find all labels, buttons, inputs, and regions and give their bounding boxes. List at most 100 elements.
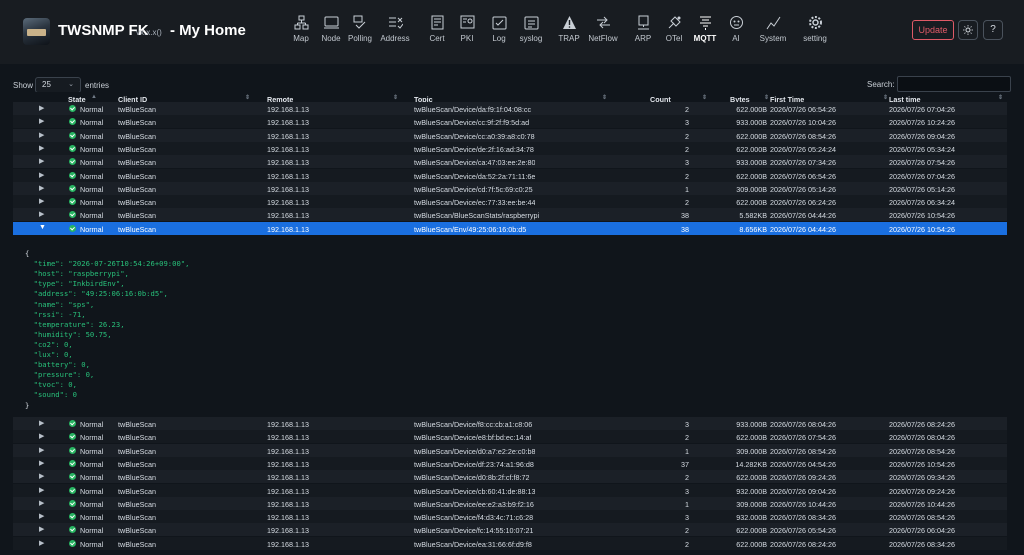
table-row[interactable]: ▶ Normal twBlueScan 192.168.1.13 twBlueScan/… — [13, 168, 1007, 182]
nav-polling[interactable]: Polling — [342, 15, 378, 47]
expand-icon[interactable]: ▶ — [39, 459, 44, 467]
table-row[interactable]: ▶ Normal twBlueScan 192.168.1.13 twBlueScan/… — [13, 417, 1007, 430]
check-circle-icon — [69, 131, 76, 139]
expand-icon[interactable]: ▶ — [39, 432, 44, 440]
expand-icon[interactable]: ▶ — [39, 104, 44, 112]
expand-icon[interactable]: ▶ — [39, 157, 44, 165]
cell-topic: twBlueScan/Env/49:25:06:16:0b:d5 — [414, 224, 527, 234]
cell-count: 2 — [685, 144, 689, 154]
table-row[interactable]: ▶ Normal twBlueScan 192.168.1.13 twBlueScan/… — [13, 115, 1007, 129]
cell-topic: twBlueScan/Device/e8:bf:bd:ec:14:af — [414, 433, 532, 443]
expand-icon[interactable]: ▶ — [39, 117, 44, 125]
json-line: "battery": 0, — [25, 360, 90, 370]
expand-icon[interactable]: ▶ — [39, 512, 44, 520]
cell-remote: 192.168.1.13 — [267, 224, 309, 234]
cell-bytes: 933.000B — [736, 420, 767, 429]
expand-icon[interactable]: ▶ — [39, 446, 44, 454]
collapse-icon[interactable]: ▼ — [39, 224, 46, 231]
expand-icon[interactable]: ▶ — [39, 184, 44, 192]
nav-trap[interactable]: TRAP — [551, 15, 587, 47]
nav-netflow[interactable]: NetFlow — [585, 15, 621, 47]
app-name: TWSNMP FK — [58, 22, 149, 39]
cell-remote: 192.168.1.13 — [267, 499, 309, 509]
nav-pki[interactable]: PKI — [449, 15, 485, 47]
table-row[interactable]: ▶ Normal twBlueScan 192.168.1.13 twBlueScan/… — [13, 141, 1007, 155]
cell-state: Normal — [80, 526, 104, 536]
table-row[interactable]: ▶ Normal twBlueScan 192.168.1.13 twBlueScan/… — [13, 470, 1007, 484]
cell-state: Normal — [80, 446, 104, 456]
nav-log[interactable]: Log — [481, 15, 517, 47]
cell-state: Normal — [80, 131, 104, 141]
update-button[interactable]: Update — [912, 20, 954, 40]
expand-icon[interactable]: ▶ — [39, 539, 44, 547]
nav-setting[interactable]: setting — [797, 15, 833, 47]
sort-icon[interactable]: ⇕ — [883, 94, 888, 101]
entries-select[interactable]: 25 ⌄ — [35, 77, 81, 93]
theme-toggle-button[interactable] — [958, 20, 978, 40]
table-row[interactable]: ▶ Normal twBlueScan 192.168.1.13 twBlueScan/… — [13, 155, 1007, 169]
cell-remote: 192.168.1.13 — [267, 158, 309, 168]
cell-bytes: 309.000B — [736, 446, 767, 456]
expand-icon[interactable]: ▶ — [39, 210, 44, 218]
cell-last: 2026/07/26 07:04:26 — [889, 171, 955, 181]
address-icon — [388, 17, 403, 29]
check-circle-icon — [69, 446, 76, 454]
cell-last: 2026/07/26 05:14:26 — [889, 184, 955, 194]
cell-count: 3 — [685, 118, 689, 128]
cell-bytes: 622.000B — [736, 131, 767, 141]
expand-icon[interactable]: ▶ — [39, 525, 44, 533]
cell-state: Normal — [80, 459, 104, 469]
expand-icon[interactable]: ▶ — [39, 171, 44, 179]
table-row[interactable]: ▶ Normal twBlueScan 192.168.1.13 twBlueScan/… — [13, 536, 1007, 550]
cell-last: 2026/07/26 10:44:26 — [889, 499, 955, 509]
table-row[interactable]: ▶ Normal twBlueScan 192.168.1.13 twBlueScan/… — [13, 102, 1007, 115]
expand-icon[interactable]: ▶ — [39, 131, 44, 139]
table-row[interactable]: ▶ Normal twBlueScan 192.168.1.13 twBlueScan/… — [13, 430, 1007, 444]
expand-icon[interactable]: ▶ — [39, 197, 44, 205]
expand-icon[interactable]: ▶ — [39, 499, 44, 507]
table-row[interactable]: ▶ Normal twBlueScan 192.168.1.13 twBlueScan/… — [13, 443, 1007, 457]
nav-ai[interactable]: AI — [718, 15, 754, 47]
table-row[interactable]: ▼ Normal twBlueScan 192.168.1.13 twBlueScan/… — [13, 221, 1007, 235]
table-row[interactable]: ▶ Normal twBlueScan 192.168.1.13 twBlueScan/… — [13, 208, 1007, 222]
nav-label: NetFlow — [588, 34, 618, 43]
cell-client: twBlueScan — [118, 433, 156, 443]
sort-icon[interactable]: ⇕ — [764, 94, 769, 101]
nav-syslog[interactable]: syslog — [513, 15, 549, 47]
sort-icon[interactable]: ⇕ — [702, 94, 707, 101]
table-row[interactable]: ▶ Normal twBlueScan 192.168.1.13 twBlueScan/… — [13, 128, 1007, 142]
table-row[interactable]: ▶ Normal twBlueScan 192.168.1.13 twBlueScan/… — [13, 523, 1007, 537]
nav-address[interactable]: Address — [377, 15, 413, 47]
nav-label: syslog — [519, 34, 543, 43]
cell-first: 2026/07/26 10:04:26 — [770, 118, 836, 128]
chevron-down-icon: ⌄ — [68, 81, 74, 88]
cell-topic: twBlueScan/Device/ea:31:66:6f:d9:f8 — [414, 539, 532, 549]
help-button[interactable]: ? — [983, 20, 1003, 40]
expand-icon[interactable]: ▶ — [39, 419, 44, 427]
sort-icon[interactable]: ⇕ — [393, 94, 398, 101]
sort-icon[interactable]: ▲ — [91, 94, 97, 100]
expand-icon[interactable]: ▶ — [39, 144, 44, 152]
table-row[interactable]: ▶ Normal twBlueScan 192.168.1.13 twBlueScan/… — [13, 496, 1007, 510]
table-row[interactable]: ▶ Normal twBlueScan 192.168.1.13 twBlueScan/… — [13, 483, 1007, 497]
json-line: "co2": 0, — [25, 339, 73, 349]
table-row[interactable]: ▶ Normal twBlueScan 192.168.1.13 twBlueScan/… — [13, 195, 1007, 209]
sort-icon[interactable]: ⇕ — [998, 94, 1003, 101]
nav-system[interactable]: System — [755, 15, 791, 47]
netflow-icon — [596, 16, 610, 29]
nav-label: Log — [492, 34, 506, 43]
sort-icon[interactable]: ⇕ — [602, 94, 607, 101]
sort-icon[interactable]: ⇕ — [245, 94, 250, 101]
cell-bytes: 622.000B — [736, 171, 767, 181]
cell-client: twBlueScan — [118, 526, 156, 536]
cell-last: 2026/07/26 09:04:26 — [889, 131, 955, 141]
table-row[interactable]: ▶ Normal twBlueScan 192.168.1.13 twBlueScan/… — [13, 181, 1007, 195]
expand-icon[interactable]: ▶ — [39, 472, 44, 480]
table-row[interactable]: ▶ Normal twBlueScan 192.168.1.13 twBlueScan/… — [13, 456, 1007, 470]
cell-topic: twBlueScan/BlueScanStats/raspberrypi — [414, 211, 540, 221]
expand-icon[interactable]: ▶ — [39, 486, 44, 494]
table-row[interactable]: ▶ Normal twBlueScan 192.168.1.13 twBlueScan/… — [13, 510, 1007, 524]
search-input[interactable] — [897, 76, 1011, 92]
cell-first: 2026/07/26 05:54:26 — [770, 526, 836, 536]
nav-label: Polling — [347, 34, 372, 43]
